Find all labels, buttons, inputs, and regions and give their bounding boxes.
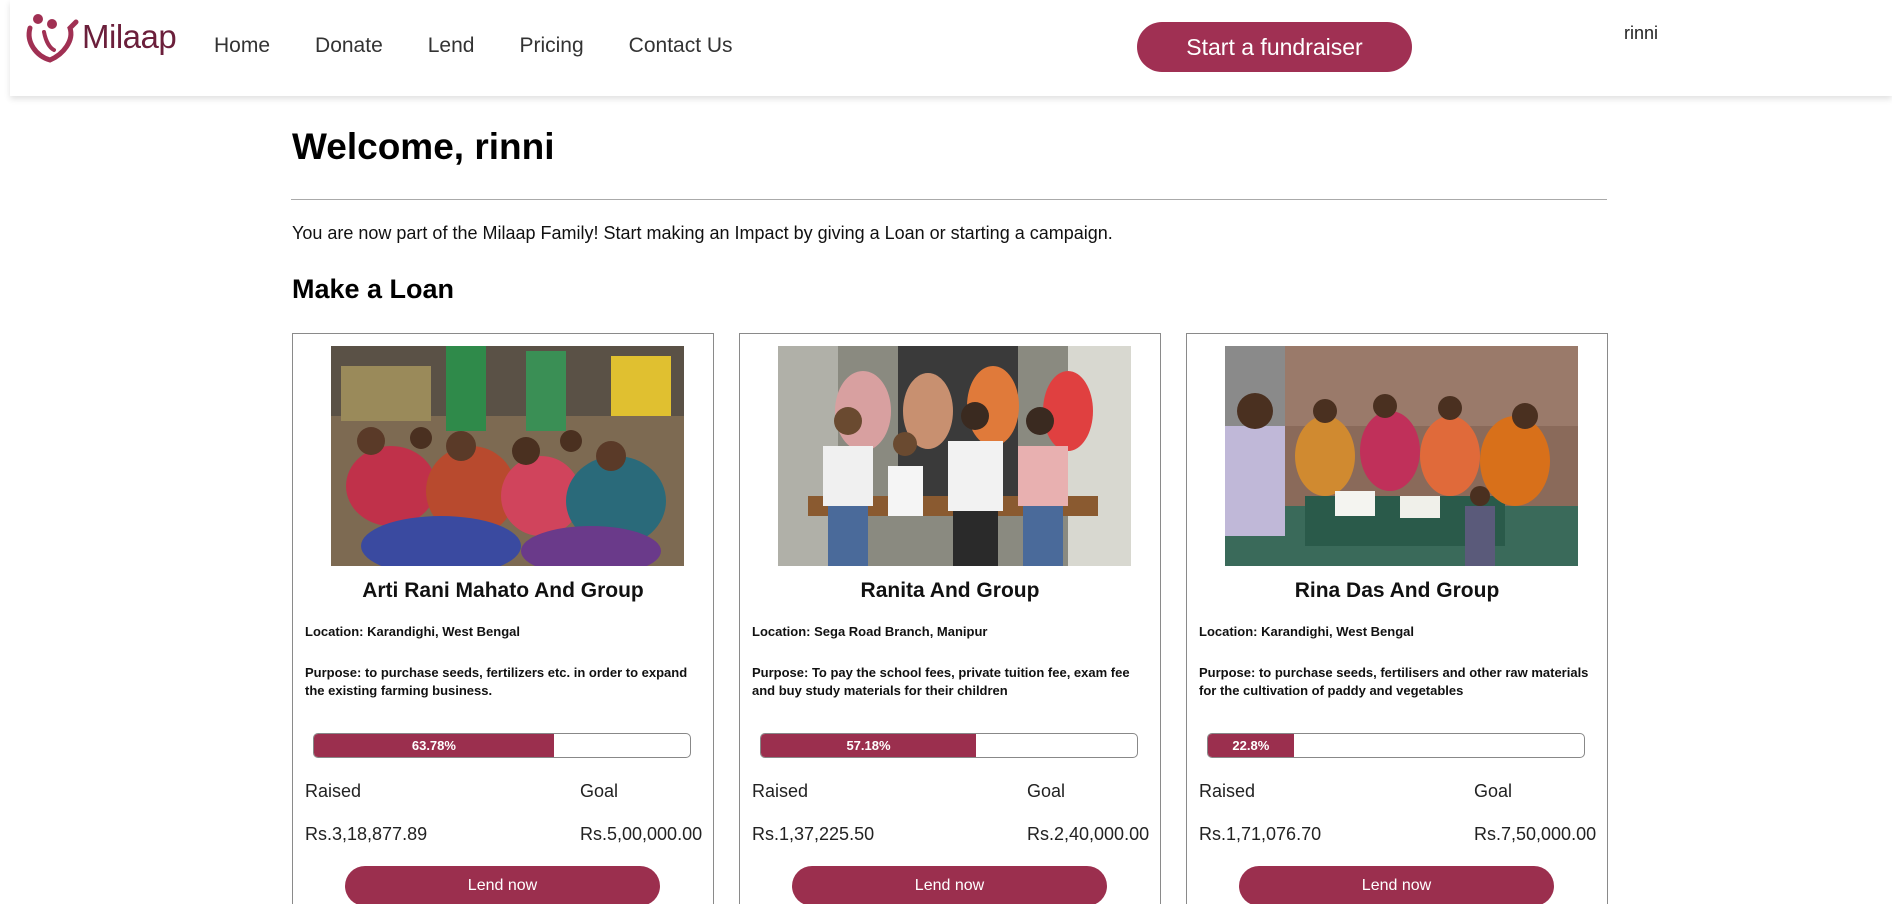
progress-fill: 63.78% (314, 734, 554, 757)
loan-location: Location: Sega Road Branch, Manipur (752, 624, 988, 639)
logo-text: Milaap (82, 18, 177, 55)
raised-label: Raised (1199, 781, 1256, 801)
loan-location: Location: Karandighi, West Bengal (1199, 624, 1415, 639)
loan-purpose: Purpose: to purchase seeds, fertilizers … (305, 665, 688, 698)
loan-photo (778, 346, 1131, 566)
nav-lend[interactable]: Lend (428, 30, 475, 62)
loan-card: Ranita And Group Location: Sega Road Bra… (739, 333, 1161, 904)
make-loan-heading: Make a Loan (292, 274, 455, 304)
goal-amount: Rs.2,40,000.00 (1027, 824, 1150, 844)
loan-card: Arti Rani Mahato And Group Location: Kar… (292, 333, 714, 904)
milaap-logo-icon (26, 14, 79, 63)
goal-label: Goal (580, 781, 619, 801)
loan-purpose: Purpose: to purchase seeds, fertilisers … (1199, 665, 1589, 698)
user-menu[interactable]: rinni (1624, 23, 1658, 44)
progress-bar: 22.8% (1207, 733, 1585, 758)
nav-donate[interactable]: Donate (315, 30, 383, 62)
main-nav: Home Donate Lend Pricing Contact Us (214, 30, 778, 62)
raised-amount: Rs.3,18,877.89 (305, 824, 428, 844)
progress-bar: 57.18% (760, 733, 1138, 758)
divider (291, 199, 1607, 200)
goal-amount: Rs.7,50,000.00 (1474, 824, 1597, 844)
nav-contact-us[interactable]: Contact Us (629, 30, 733, 62)
raised-label: Raised (752, 781, 809, 801)
nav-pricing[interactable]: Pricing (519, 30, 583, 62)
loan-photo (331, 346, 684, 566)
lend-now-button[interactable]: Lend now (345, 866, 660, 904)
progress-fill: 22.8% (1208, 734, 1294, 757)
top-navbar: Milaap Home Donate Lend Pricing Contact … (10, 0, 1892, 96)
lend-now-button[interactable]: Lend now (792, 866, 1107, 904)
progress-fill: 57.18% (761, 734, 976, 757)
start-fundraiser-button[interactable]: Start a fundraiser (1137, 22, 1412, 72)
loan-location: Location: Karandighi, West Bengal (305, 624, 521, 639)
loan-title[interactable]: Arti Rani Mahato And Group (293, 579, 713, 603)
loan-title[interactable]: Ranita And Group (740, 579, 1160, 603)
progress-bar: 63.78% (313, 733, 691, 758)
loan-card: Rina Das And Group Location: Karandighi,… (1186, 333, 1608, 904)
lend-now-button[interactable]: Lend now (1239, 866, 1554, 904)
goal-label: Goal (1027, 781, 1066, 801)
nav-home[interactable]: Home (214, 30, 270, 62)
loan-photo (1225, 346, 1578, 566)
goal-amount: Rs.5,00,000.00 (580, 824, 703, 844)
intro-text: You are now part of the Milaap Family! S… (292, 223, 1113, 243)
raised-amount: Rs.1,37,225.50 (752, 824, 875, 844)
loan-purpose: Purpose: To pay the school fees, private… (752, 665, 1130, 698)
raised-amount: Rs.1,71,076.70 (1199, 824, 1322, 844)
goal-label: Goal (1474, 781, 1513, 801)
raised-label: Raised (305, 781, 362, 801)
welcome-heading: Welcome, rinni (292, 126, 555, 167)
loan-title[interactable]: Rina Das And Group (1187, 579, 1607, 603)
milaap-logo[interactable]: Milaap (24, 10, 177, 64)
